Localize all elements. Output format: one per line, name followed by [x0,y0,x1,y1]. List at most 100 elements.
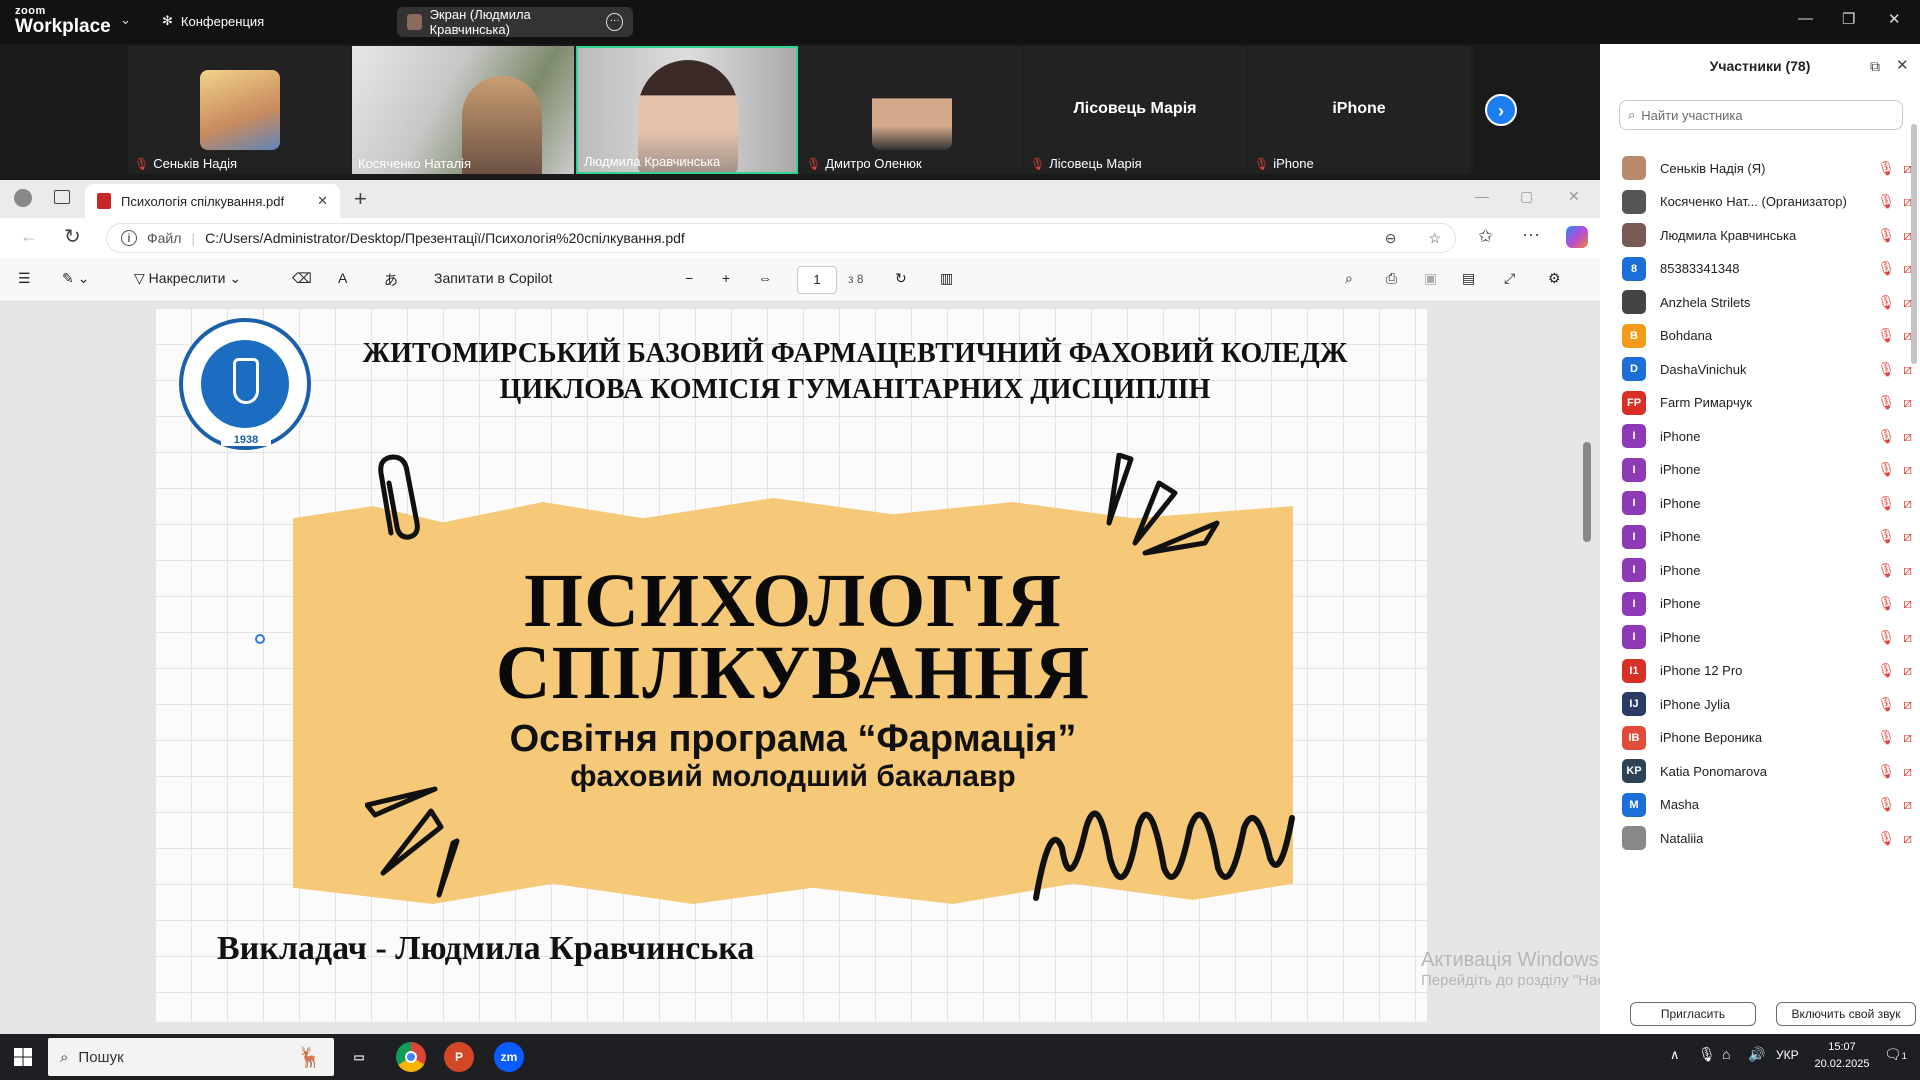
tray-chevron-icon[interactable]: ∧ [1670,1047,1680,1063]
popout-icon[interactable]: ⧉ [1870,58,1880,75]
language-indicator[interactable]: УКР [1776,1048,1799,1062]
refresh-icon[interactable]: ↻ [64,224,81,249]
participant-row[interactable]: IiPhone 🎙 ⧄ [1622,619,1912,655]
microphone-icon[interactable]: 🎙 [1698,1046,1716,1063]
meeting-info-button[interactable]: ✻ Конференция [162,13,264,29]
video-tile[interactable]: 🎙 Дмитро Оленюк [800,46,1022,174]
video-tile-active-speaker[interactable]: Людмила Кравчинська [576,46,798,174]
fullscreen-icon[interactable]: ⤢ [1504,270,1515,287]
zoom-app-icon[interactable]: zm [494,1042,524,1072]
address-bar[interactable]: i Файл | C:/Users/Administrator/Desktop/… [106,223,1456,253]
screen-share-indicator[interactable]: Экран (Людмила Кравчинська) ··· [397,7,633,37]
participant-row[interactable]: IiPhone 🎙 ⧄ [1622,519,1912,555]
invite-button[interactable]: Пригласить [1630,1002,1756,1026]
favorite-star-icon[interactable]: ☆ [1428,230,1441,247]
save-as-icon[interactable]: ▤ [1462,270,1475,287]
more-options-icon[interactable]: ··· [606,13,623,31]
participant-row[interactable]: Косяченко Нат... (Организатор) 🎙 ⧄ [1622,184,1912,220]
browser-tab-bar: Психологія спілкування.pdf ✕ + — ▢ ✕ [0,180,1600,218]
browser-tab[interactable]: Психологія спілкування.pdf ✕ [85,184,340,218]
chevron-down-icon[interactable]: ⌄ [120,12,131,28]
participant-row[interactable]: IJ iPhone Jylia 🎙 ⧄ [1622,686,1912,722]
participant-row[interactable]: Anzhela Strilets 🎙 ⧄ [1622,284,1912,320]
volume-icon[interactable]: 🔊 [1748,1046,1765,1063]
participant-row[interactable]: FP Farm Римарчук 🎙 ⧄ [1622,385,1912,421]
profile-icon[interactable] [14,189,32,207]
video-tile[interactable]: 🎙 Сеньків Надія [128,46,350,174]
task-view-icon[interactable]: ▭ [344,1042,374,1072]
page-view-icon[interactable]: ▥ [940,270,953,287]
copilot-icon[interactable] [1566,226,1588,248]
participant-row[interactable]: Сеньків Надія (Я) 🎙 ⧄ [1622,150,1912,186]
loading-cursor-icon [255,634,265,644]
video-tile[interactable]: Лісовець Марія 🎙 Лісовець Марія [1024,46,1246,174]
taskbar-search[interactable]: ⌕ Пошук 🦌 [48,1038,334,1076]
participant-status-icons: 🎙 ⧄ [1877,696,1912,713]
print-icon[interactable]: ⎙ [1386,270,1397,287]
settings-gear-icon[interactable]: ⚙ [1548,270,1561,287]
pdf-viewer[interactable]: 1938 ЖИТОМИРСЬКИЙ БАЗОВИЙ ФАРМАЦЕВТИЧНИЙ… [0,302,1844,1035]
zoom-out-icon[interactable]: − [685,270,693,286]
participant-row[interactable]: IiPhone 🎙 ⧄ [1622,552,1912,588]
draw-button[interactable]: ▽ Накреслити ⌄ [134,270,241,287]
contents-icon[interactable]: ☰ [18,270,31,287]
url-text: C:/Users/Administrator/Desktop/Презентац… [205,230,685,246]
participant-row[interactable]: IiPhone 🎙 ⧄ [1622,452,1912,488]
close-icon[interactable]: ✕ [1888,10,1901,28]
video-tile[interactable]: Косяченко Наталія [352,46,574,174]
zoom-top-bar: zoom Workplace ⌄ ✻ Конференция Экран (Лю… [0,0,1920,44]
browser-restore-icon[interactable]: ▢ [1520,188,1533,205]
participant-row[interactable]: I1 iPhone 12 Pro 🎙 ⧄ [1622,653,1912,689]
search-icon[interactable]: ⌕ [1345,270,1353,287]
pdf-scrollbar[interactable] [1583,442,1591,542]
participant-row[interactable]: Людмила Кравчинська 🎙 ⧄ [1622,217,1912,253]
next-page-arrow-icon[interactable]: › [1485,94,1517,126]
save-icon[interactable]: ▣ [1424,270,1437,287]
ask-copilot-button[interactable]: Запитати в Copilot [434,270,552,286]
minimize-icon[interactable]: — [1798,10,1813,27]
unmute-self-button[interactable]: Включить свой звук [1776,1002,1916,1026]
close-tab-icon[interactable]: ✕ [317,193,328,209]
participant-video [462,76,542,174]
favorites-icon[interactable]: ✩ [1478,226,1493,247]
eraser-icon[interactable]: ⌫ [292,270,312,287]
chrome-icon[interactable] [396,1042,426,1072]
participant-row[interactable]: Nataliia 🎙 ⧄ [1622,820,1912,856]
translate-icon[interactable]: あ [384,270,398,290]
new-tab-icon[interactable]: + [354,186,367,212]
participant-row[interactable]: IiPhone 🎙 ⧄ [1622,418,1912,454]
participant-row[interactable]: IiPhone 🎙 ⧄ [1622,485,1912,521]
powerpoint-icon[interactable]: P [444,1042,474,1072]
participant-search-input[interactable]: ⌕ Найти участника [1619,100,1903,130]
participant-row[interactable]: M Masha 🎙 ⧄ [1622,787,1912,823]
video-tile[interactable]: iPhone 🎙 iPhone [1248,46,1470,174]
participant-row[interactable]: IiPhone 🎙 ⧄ [1622,586,1912,622]
participant-row[interactable]: KP Katia Ponomarova 🎙 ⧄ [1622,753,1912,789]
participant-row[interactable]: 8 85383341348 🎙 ⧄ [1622,251,1912,287]
zoom-icon[interactable]: ⊖ [1385,230,1397,247]
fit-page-icon[interactable]: ⇔ [758,270,772,286]
browser-close-icon[interactable]: ✕ [1568,188,1580,205]
video-tile-name: Дмитро Оленюк [825,156,922,171]
clock[interactable]: 15:07 20.02.2025 [1806,1039,1878,1073]
zoom-in-icon[interactable]: + [722,270,730,286]
highlight-icon[interactable]: ✎ ⌄ [62,270,89,287]
tab-actions-icon[interactable] [54,190,70,204]
participant-row[interactable]: IB iPhone Вероника 🎙 ⧄ [1622,720,1912,756]
rotate-icon[interactable]: ↻ [895,270,907,287]
meeting-label: Конференция [180,13,265,29]
participant-row[interactable]: B Bohdana 🎙 ⧄ [1622,318,1912,354]
browser-minimize-icon[interactable]: — [1475,188,1489,204]
restore-icon[interactable]: ❐ [1842,10,1855,28]
participant-row[interactable]: D DashaVinichuk 🎙 ⧄ [1622,351,1912,387]
zoom-logo[interactable]: zoom Workplace [15,6,111,37]
windows-start-icon[interactable] [14,1048,32,1066]
page-number-input[interactable]: 1 [797,266,837,294]
network-icon[interactable]: ⌂ [1722,1046,1730,1062]
participants-scrollbar[interactable] [1911,124,1917,364]
close-panel-icon[interactable]: ✕ [1896,56,1909,74]
notifications-icon[interactable]: 🗨1 [1884,1046,1907,1063]
read-aloud-icon[interactable]: A [338,270,347,286]
back-icon[interactable]: ← [20,226,38,247]
more-menu-icon[interactable]: ··· [1522,224,1540,245]
